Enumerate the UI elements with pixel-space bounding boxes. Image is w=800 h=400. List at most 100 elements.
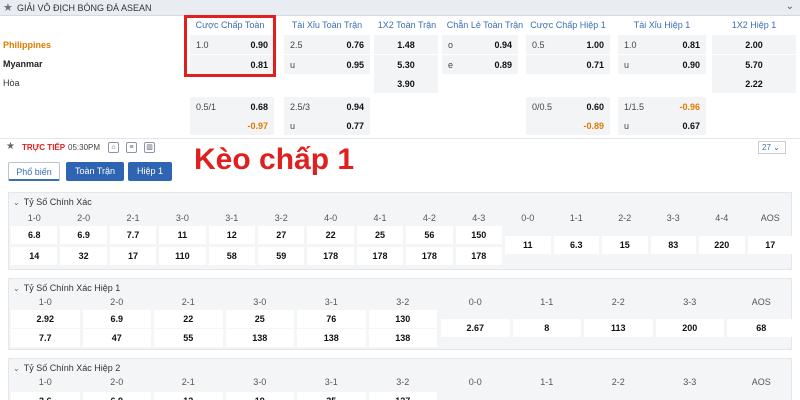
- odd-cell[interactable]: 2.22: [712, 74, 796, 93]
- score-odd[interactable]: 56: [406, 226, 453, 244]
- odd-cell[interactable]: 1/1.5 -0.96: [618, 97, 706, 116]
- score-odd[interactable]: 22: [154, 310, 223, 328]
- score-odd[interactable]: 7.7: [11, 329, 80, 347]
- odd-cell[interactable]: u 0.90: [618, 55, 706, 74]
- chevron-down-icon[interactable]: ⌄: [13, 364, 20, 373]
- score-odd[interactable]: 12: [208, 226, 255, 244]
- odd-cell[interactable]: u 0.95: [284, 55, 370, 74]
- odd-cell[interactable]: e 0.89: [442, 55, 518, 74]
- score-label: 2-0: [77, 213, 91, 223]
- score-odd[interactable]: 6.3: [553, 236, 599, 254]
- score-odd[interactable]: 17: [109, 247, 157, 265]
- score-odd[interactable]: 220: [699, 236, 745, 254]
- score-odd[interactable]: 15: [602, 236, 648, 254]
- score-odd[interactable]: 27: [258, 226, 305, 244]
- chevron-down-icon[interactable]: ⌄: [786, 1, 794, 12]
- odd-cell[interactable]: 5.30: [374, 55, 438, 74]
- odd-cell[interactable]: 0.5 1.00: [526, 35, 610, 54]
- score-odd[interactable]: 11: [505, 236, 551, 254]
- score-odd[interactable]: 76: [297, 310, 366, 328]
- score-odd[interactable]: 68: [727, 319, 796, 337]
- chevron-down-icon[interactable]: ⌄: [13, 198, 20, 207]
- score-odd[interactable]: 150: [455, 226, 502, 244]
- score-odd[interactable]: 113: [584, 319, 653, 337]
- odd-cell[interactable]: o 0.94: [442, 35, 518, 54]
- score-odd[interactable]: 6.9: [82, 392, 151, 400]
- score-odd[interactable]: 47: [82, 329, 151, 347]
- score-odd[interactable]: 55: [154, 329, 223, 347]
- league-name: GIẢI VÔ ĐỊCH BÓNG ĐÁ ASEAN: [17, 3, 152, 13]
- score-odd[interactable]: 2.92: [11, 310, 80, 328]
- star-icon[interactable]: ★: [6, 141, 15, 152]
- odd-cell[interactable]: 3.90: [374, 74, 438, 93]
- score-odd[interactable]: 6.8: [11, 226, 58, 244]
- market-header-1x2-ft: 1X2 Toàn Trận: [377, 20, 437, 30]
- score-odd[interactable]: 178: [356, 247, 404, 265]
- score-odd[interactable]: 6.9: [60, 226, 107, 244]
- odd-cell[interactable]: -0.89: [526, 116, 610, 135]
- score-odd[interactable]: 58: [208, 247, 255, 265]
- section-correct-score-h1: ⌄ Tỷ Số Chính Xác Hiệp 1 1-0 2.92 7.7 2-0 6.9…: [8, 278, 796, 350]
- score-odd[interactable]: 3.6: [11, 392, 80, 400]
- stats-icon[interactable]: ≡: [126, 142, 137, 153]
- section-correct-score: ⌄ Tỷ Số Chính Xác 1-0 6.8 14 2-0 6.9 32 2-1 7.7 1…: [8, 192, 793, 270]
- odd-cell[interactable]: u 0.67: [618, 116, 706, 135]
- odd-cell[interactable]: 1.0 0.81: [618, 35, 706, 54]
- score-odd[interactable]: 32: [60, 247, 107, 265]
- star-icon[interactable]: ★: [3, 1, 13, 14]
- score-odd[interactable]: 200: [655, 319, 724, 337]
- score-label: 3-2: [396, 377, 410, 387]
- score-label: 2-1: [181, 297, 195, 307]
- score-odd[interactable]: 22: [307, 226, 354, 244]
- odd-cell[interactable]: 2.00: [712, 35, 796, 54]
- score-label: 1-0: [38, 377, 52, 387]
- score-odd[interactable]: 19: [225, 392, 294, 400]
- score-odd[interactable]: 178: [406, 247, 453, 265]
- score-odd[interactable]: 25: [356, 226, 404, 244]
- shirt-icon[interactable]: ⌂: [108, 142, 119, 153]
- score-odd[interactable]: 25: [225, 310, 294, 328]
- score-odd[interactable]: 6.9: [82, 310, 151, 328]
- score-odd[interactable]: 130: [368, 310, 437, 328]
- score-odd[interactable]: 127: [368, 392, 437, 400]
- odd-cell[interactable]: -0.97: [190, 116, 274, 135]
- tab-full-match[interactable]: Toàn Trận: [66, 162, 124, 181]
- odd-cell[interactable]: 0.71: [526, 55, 610, 74]
- score-label: 2-0: [110, 297, 124, 307]
- score-label: 1-1: [569, 213, 583, 223]
- odd-cell[interactable]: u 0.77: [284, 116, 370, 135]
- score-label: 3-3: [666, 213, 680, 223]
- score-label: 4-0: [324, 213, 338, 223]
- odd-cell[interactable]: 1.48: [374, 35, 438, 54]
- tab-popular[interactable]: Phổ biến: [8, 162, 60, 181]
- score-odd[interactable]: 7.7: [109, 226, 157, 244]
- odd-cell[interactable]: 0.5/1 0.68: [190, 97, 274, 116]
- score-odd[interactable]: 12: [154, 392, 223, 400]
- score-odd[interactable]: 138: [225, 329, 294, 347]
- score-odd[interactable]: 14: [11, 247, 58, 265]
- chart-icon[interactable]: ▥: [144, 142, 155, 153]
- market-header-1x2-h1: 1X2 Hiệp 1: [731, 20, 777, 30]
- score-odd[interactable]: 11: [159, 226, 206, 244]
- score-odd[interactable]: 17: [747, 236, 793, 254]
- score-odd[interactable]: 110: [159, 247, 206, 265]
- odd-cell[interactable]: 5.70: [712, 55, 796, 74]
- chevron-down-icon[interactable]: ⌄: [13, 284, 20, 293]
- highlight-annotation: [184, 15, 276, 77]
- tab-first-half[interactable]: Hiệp 1: [128, 162, 172, 181]
- score-odd[interactable]: 178: [307, 247, 354, 265]
- odd-cell[interactable]: 0/0.5 0.60: [526, 97, 610, 116]
- score-label: 0-0: [468, 377, 482, 387]
- score-odd[interactable]: 83: [650, 236, 696, 254]
- score-odd[interactable]: 138: [297, 329, 366, 347]
- odd-cell[interactable]: 2.5 0.76: [284, 35, 370, 54]
- score-odd[interactable]: 178: [455, 247, 502, 265]
- score-odd[interactable]: 35: [297, 392, 366, 400]
- score-odd[interactable]: 59: [258, 247, 305, 265]
- league-header[interactable]: ★ GIẢI VÔ ĐỊCH BÓNG ĐÁ ASEAN ⌄: [0, 0, 800, 16]
- more-markets-count[interactable]: 27 ⌄: [758, 141, 786, 154]
- score-odd[interactable]: 8: [512, 319, 581, 337]
- odd-cell[interactable]: 2.5/3 0.94: [284, 97, 370, 116]
- score-odd[interactable]: 2.67: [441, 319, 510, 337]
- score-odd[interactable]: 138: [368, 329, 437, 347]
